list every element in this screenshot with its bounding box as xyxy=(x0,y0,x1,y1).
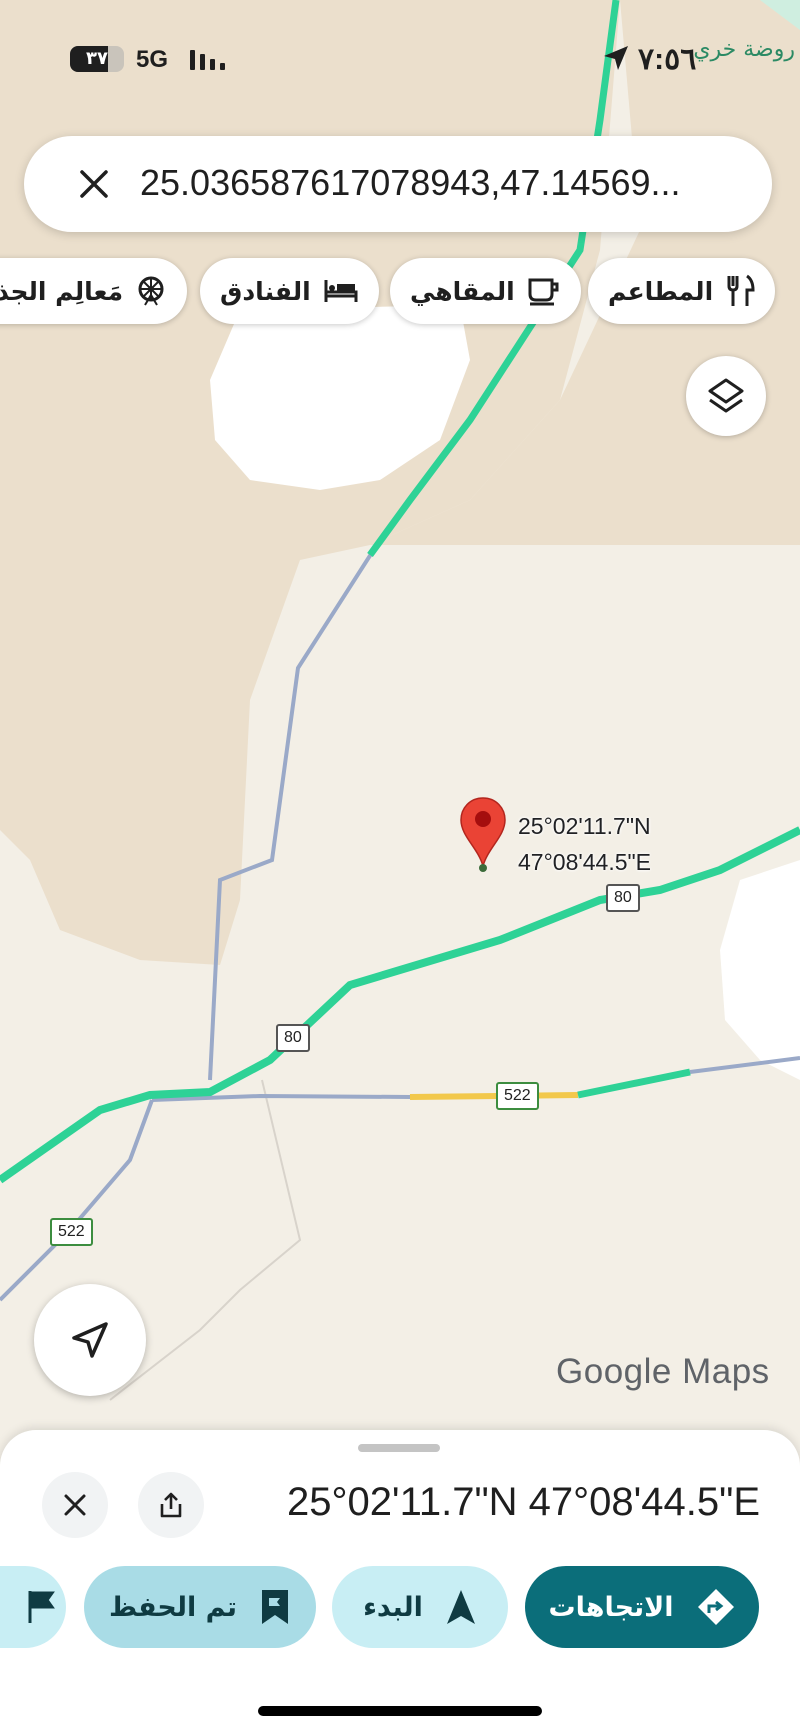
start-label: البدء xyxy=(363,1591,423,1623)
battery-level: ٣٧ xyxy=(86,48,108,69)
pin-lng: 47°08'44.5"E xyxy=(518,849,652,875)
google-maps-logo: Google Maps xyxy=(556,1352,770,1391)
chip-label: المقاهي xyxy=(410,276,515,306)
close-icon[interactable] xyxy=(74,164,114,204)
restaurant-icon xyxy=(727,274,755,306)
place-bottom-sheet[interactable]: 25°02'11.7"N 47°08'44.5"E الاتجاهات البد… xyxy=(0,1430,800,1734)
coffee-icon xyxy=(528,278,559,306)
sheet-drag-handle[interactable] xyxy=(358,1444,440,1452)
chip-restaurants[interactable]: المطاعم xyxy=(588,258,776,324)
directions-button[interactable]: الاتجاهات xyxy=(525,1566,759,1648)
location-services-icon xyxy=(604,46,628,70)
traffic-segment xyxy=(409,1092,579,1100)
chip-label: الفنادق xyxy=(220,276,311,306)
home-indicator[interactable] xyxy=(258,1706,542,1716)
pin-coordinates-label: 25°02'11.7"N 47°08'44.5"E xyxy=(518,808,651,880)
bookmark-flag-icon xyxy=(261,1590,288,1624)
directions-label: الاتجاهات xyxy=(548,1591,674,1623)
navigation-icon xyxy=(446,1590,475,1624)
layers-button[interactable] xyxy=(686,356,766,436)
more-actions-button[interactable] xyxy=(0,1566,66,1648)
share-button[interactable] xyxy=(138,1472,204,1538)
status-time: ٧:٥٦ xyxy=(638,43,697,76)
battery-indicator: ٣٧ xyxy=(70,46,124,72)
attractions-icon xyxy=(138,276,164,306)
flag-icon xyxy=(28,1591,55,1623)
location-pin-icon[interactable] xyxy=(458,796,508,874)
saved-label: تم الحفظ xyxy=(109,1591,237,1623)
start-button[interactable]: البدء xyxy=(332,1566,508,1648)
route-shield: 522 xyxy=(50,1218,93,1246)
navigation-arrow-icon xyxy=(72,1322,108,1358)
close-icon xyxy=(64,1494,86,1516)
route-shield: 80 xyxy=(276,1024,310,1052)
route-shield: 80 xyxy=(606,884,640,912)
directions-icon xyxy=(697,1589,734,1625)
chip-label: مَعالِم الجذ xyxy=(0,276,124,306)
place-coordinates: 25°02'11.7"N 47°08'44.5"E xyxy=(286,1480,760,1524)
search-bar[interactable]: 25.036587617078943,47.14569... xyxy=(24,136,772,232)
network-label: 5G xyxy=(136,46,169,73)
layers-icon xyxy=(708,378,744,413)
search-query[interactable]: 25.036587617078943,47.14569... xyxy=(140,162,732,204)
close-sheet-button[interactable] xyxy=(42,1472,108,1538)
pin-lat: 25°02'11.7"N xyxy=(518,813,651,839)
saved-button[interactable]: تم الحفظ xyxy=(84,1566,316,1648)
status-bar: ٣٧ 5G ٧:٥٦ xyxy=(0,40,800,80)
chip-hotels[interactable]: الفنادق xyxy=(200,258,379,324)
chip-cafes[interactable]: المقاهي xyxy=(390,258,581,324)
share-icon xyxy=(160,1492,182,1518)
chip-label: المطاعم xyxy=(608,276,714,306)
signal-icon xyxy=(190,50,225,70)
hotel-icon xyxy=(324,280,358,302)
route-shield: 522 xyxy=(496,1082,539,1110)
my-location-button[interactable] xyxy=(34,1284,146,1396)
chip-attractions[interactable]: مَعالِم الجذ xyxy=(0,258,188,324)
